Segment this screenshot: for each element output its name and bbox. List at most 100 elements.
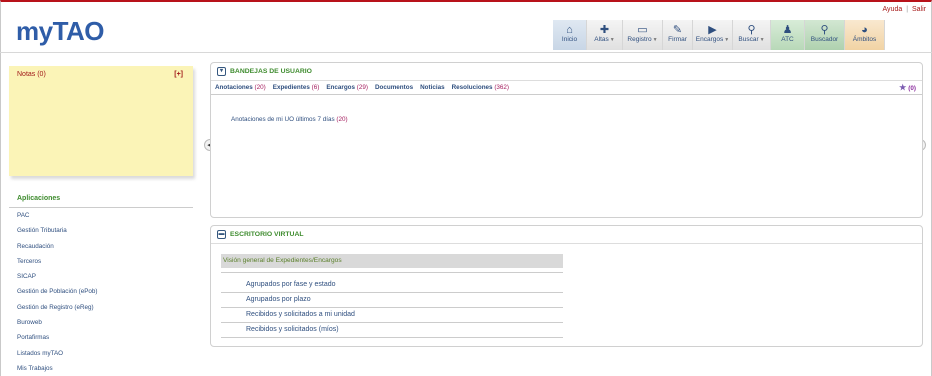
tab-documentos[interactable]: Documentos [375, 84, 413, 91]
toolbar-buscador-button[interactable]: ⚲ Buscador [805, 20, 845, 50]
toolbar--mbitos-button[interactable]: ◕ Ámbitos [845, 20, 885, 50]
top-links-separator: | [906, 6, 909, 13]
toolbar-button-label: Buscador [810, 36, 839, 43]
pen-icon: ✎ [672, 24, 683, 36]
application-link[interactable]: Buroweb [9, 315, 193, 330]
overview-link[interactable]: Agrupados por fase y estado [221, 278, 563, 293]
chevron-down-icon: ▼ [724, 37, 730, 43]
tab-encargos[interactable]: Encargos (29) [326, 84, 368, 91]
toolbar-button-label: Firmar [668, 36, 687, 43]
tab-label: Documentos [374, 84, 414, 91]
person-icon: ♟ [782, 24, 793, 36]
overview-link[interactable]: Agrupados por plazo [221, 293, 563, 308]
toolbar-altas-button[interactable]: ✚ Altas▼ [587, 20, 623, 50]
toolbar-encargos-button[interactable]: ▶ Encargos▼ [693, 20, 733, 50]
application-link[interactable]: Listados myTAO [9, 346, 193, 361]
exit-link[interactable]: Salir [912, 6, 926, 13]
tray-icon: ▾ [217, 67, 226, 76]
application-link[interactable]: Gestión de Registro (eReg) [9, 300, 193, 315]
application-link[interactable]: Mis Trabajos [9, 361, 193, 376]
user-trays-tabs: Anotaciones (20) Expedientes (6) Encargos … [211, 81, 922, 95]
star-icon: ★ [899, 83, 907, 92]
add-note-button[interactable]: [+] [174, 71, 183, 78]
truck-icon: ▶ [708, 24, 717, 36]
starred-count: (0) [908, 85, 916, 92]
header-divider [0, 52, 932, 53]
user-trays-panel: ▾ BANDEJAS DE USUARIO Anotaciones (20) Ex… [210, 62, 923, 218]
toolbar-label-row: Ámbitos [853, 36, 876, 43]
application-link[interactable]: Portafirmas [9, 330, 193, 345]
top-links: Ayuda | Salir [883, 6, 926, 13]
main-toolbar: ⌂ Inicio ✚ Altas▼ ▭ Registro▼ ✎ Firmar ▶ Encargos… [553, 20, 885, 50]
tab-resoluciones[interactable]: Resoluciones (362) [452, 84, 509, 91]
toolbar-label-row: Altas▼ [594, 36, 614, 43]
toolbar-atc-button[interactable]: ♟ ATC [771, 20, 805, 50]
application-link[interactable]: PAC [9, 208, 193, 223]
toolbar-buscar-button[interactable]: ⚲ Buscar▼ [733, 20, 771, 50]
applications-title: Aplicaciones [9, 190, 193, 208]
tab-label: Encargos [326, 84, 356, 91]
tab-count: (6) [311, 84, 320, 91]
house-icon: ⌂ [566, 24, 573, 36]
toolbar-button-label: Buscar [738, 36, 759, 43]
overview-links: Agrupados por fase y estado Agrupados por… [221, 278, 563, 338]
chevron-down-icon: ▼ [759, 37, 765, 43]
tab-count: (20) [254, 84, 266, 91]
tab-expedientes[interactable]: Expedientes (6) [273, 84, 320, 91]
book-icon: ▭ [637, 24, 648, 36]
toolbar-label-row: ATC [781, 36, 794, 43]
toolbar-button-label: Inicio [561, 36, 578, 43]
overview-divider [221, 272, 563, 273]
application-link[interactable]: Recaudación [9, 239, 193, 254]
virtual-desktop-title: ESCRITORIO VIRTUAL [230, 231, 304, 238]
application-link[interactable]: Gestión de Población (ePob) [9, 284, 193, 299]
search-icon: ⚲ [747, 24, 756, 36]
toolbar-label-row: Buscar▼ [738, 36, 764, 43]
user-trays-title: BANDEJAS DE USUARIO [230, 68, 312, 75]
annotations-summary-count: (20) [336, 116, 348, 123]
toolbar-label-row: Firmar [668, 36, 687, 43]
annotations-summary-link[interactable]: Anotaciones de mi UO últimos 7 días (20) [231, 116, 348, 123]
app-logo[interactable]: myTAO [16, 16, 105, 47]
tab-count: (362) [494, 84, 510, 91]
chevron-down-icon: ▼ [609, 37, 615, 43]
overview-section-title: Visión general de Expedientes/Encargos [221, 254, 563, 268]
search-icon: ⚲ [820, 24, 829, 36]
applications-list: PAC Gestión Tributaria Recaudación Terceros… [9, 208, 193, 376]
virtual-desktop-panel: ▬ ESCRITORIO VIRTUAL Visión general de E… [210, 225, 923, 347]
monitor-icon: ▬ [217, 230, 226, 239]
help-link[interactable]: Ayuda [883, 6, 903, 13]
toolbar-button-label: Registro [627, 36, 652, 43]
application-link[interactable]: Terceros [9, 254, 193, 269]
tab-label: Noticias [420, 84, 445, 91]
chevron-down-icon: ▼ [652, 37, 658, 43]
toolbar-button-label: Altas [594, 36, 609, 43]
toolbar-button-label: Encargos [695, 36, 724, 43]
toolbar-label-row: Inicio [562, 36, 577, 43]
application-link[interactable]: SICAP [9, 269, 193, 284]
virtual-desktop-header: ▬ ESCRITORIO VIRTUAL [211, 226, 922, 244]
overview-link[interactable]: Recibidos y solicitados a mi unidad [221, 308, 563, 323]
toolbar-firmar-button[interactable]: ✎ Firmar [663, 20, 693, 50]
notes-panel: Notas (0) [+] [9, 66, 193, 176]
notes-title[interactable]: Notas (0) [17, 71, 46, 78]
toolbar-registro-button[interactable]: ▭ Registro▼ [623, 20, 663, 50]
tab-label: Resoluciones [451, 84, 493, 91]
plus-icon: ✚ [599, 24, 610, 36]
pie-chart-icon: ◕ [861, 24, 868, 36]
tab-anotaciones[interactable]: Anotaciones (20) [215, 84, 266, 91]
toolbar-button-label: Ámbitos [852, 36, 877, 43]
tab-count: (29) [356, 84, 368, 91]
toolbar-button-label: ATC [781, 36, 794, 43]
starred-filter[interactable]: ★ (0) [899, 83, 916, 92]
tab-label: Anotaciones [215, 84, 253, 91]
tab-label: Expedientes [272, 84, 310, 91]
toolbar-inicio-button[interactable]: ⌂ Inicio [553, 20, 587, 50]
toolbar-label-row: Buscador [811, 36, 838, 43]
annotations-summary-text: Anotaciones de mi UO últimos 7 días [231, 116, 335, 123]
toolbar-label-row: Registro▼ [627, 36, 657, 43]
tab-noticias[interactable]: Noticias [420, 84, 445, 91]
toolbar-label-row: Encargos▼ [696, 36, 729, 43]
application-link[interactable]: Gestión Tributaria [9, 223, 193, 238]
overview-link[interactable]: Recibidos y solicitados (míos) [221, 323, 563, 338]
